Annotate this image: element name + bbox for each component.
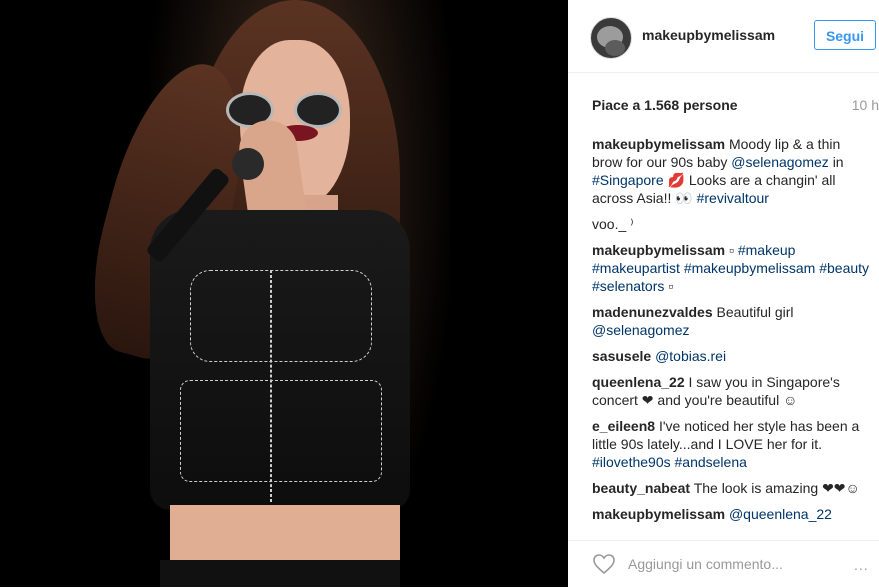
post-photo[interactable]	[0, 0, 568, 587]
post-side-panel: makeupbymelissam Segui Piace a 1.568 per…	[568, 0, 879, 587]
list-item: sasusele @tobias.rei	[592, 347, 872, 365]
comment-username[interactable]: makeupbymelissam	[592, 506, 725, 522]
comment-text: voo._ ⁾	[592, 216, 634, 232]
caption: makeupbymelissam Moody lip & a thin brow…	[592, 135, 872, 207]
comment-bar: Aggiungi un commento... ...	[568, 540, 879, 588]
comment-username[interactable]: e_eileen8	[592, 418, 655, 434]
comment-hashtag[interactable]: #Singapore	[592, 172, 664, 188]
photo-midriff	[170, 505, 400, 565]
post-username[interactable]: makeupbymelissam	[642, 27, 775, 43]
photo-pants	[160, 560, 400, 587]
list-item: queenlena_22 I saw you in Singapore's co…	[592, 373, 872, 409]
comment-text: Beautiful girl	[716, 304, 794, 320]
kiss-emoji: 💋	[667, 172, 685, 188]
photo-microphone-head	[232, 148, 264, 180]
add-comment-input[interactable]: Aggiungi un commento...	[628, 556, 783, 572]
photo-glasses-right	[294, 92, 342, 128]
comment-username[interactable]: sasusele	[592, 348, 651, 364]
comment-username[interactable]: makeupbymelissam	[592, 136, 725, 152]
avatar-shape-2	[605, 40, 625, 56]
comment-text: ▫	[728, 242, 734, 258]
photo-stitch-1	[190, 270, 372, 362]
follow-button[interactable]: Segui	[814, 20, 876, 50]
likes-count[interactable]: Piace a 1.568 persone	[592, 97, 738, 113]
comment-hashtags[interactable]: #ilovethe90s #andselena	[592, 454, 747, 470]
list-item: beauty_nabeat The look is amazing ❤❤☺	[592, 479, 872, 497]
photo-stitch-2	[180, 380, 382, 482]
instagram-post-view: makeupbymelissam Segui Piace a 1.568 per…	[0, 0, 879, 587]
comment-username[interactable]: madenunezvaldes	[592, 304, 713, 320]
heart-icon[interactable]	[592, 553, 616, 575]
comment-text-end: ▫	[668, 278, 674, 294]
comment-mention[interactable]: @selenagomez	[592, 322, 690, 338]
comment-username[interactable]: makeupbymelissam	[592, 242, 725, 258]
comment-mention[interactable]: @tobias.rei	[655, 348, 726, 364]
list-item: voo._ ⁾	[592, 215, 872, 233]
comment-username[interactable]: beauty_nabeat	[592, 480, 690, 496]
post-header: makeupbymelissam Segui	[568, 0, 879, 73]
avatar[interactable]	[590, 17, 632, 59]
comment-hashtag-2[interactable]: #revivaltour	[697, 190, 769, 206]
comment-mention[interactable]: @queenlena_22	[729, 506, 832, 522]
comment-mention[interactable]: @selenagomez	[731, 154, 829, 170]
more-options-icon[interactable]: ...	[854, 557, 869, 573]
list-item: makeupbymelissam ▫ #makeup #makeupartist…	[592, 241, 872, 295]
list-item: makeupbymelissam @queenlena_22	[592, 505, 872, 523]
list-item: e_eileen8 I've noticed her style has bee…	[592, 417, 872, 471]
comment-text: The look is amazing ❤❤☺	[693, 480, 860, 496]
comment-username[interactable]: queenlena_22	[592, 374, 685, 390]
photo-top	[150, 210, 410, 510]
photo-stitch-3	[270, 270, 272, 502]
comments-list[interactable]: makeupbymelissam Moody lip & a thin brow…	[592, 135, 872, 527]
list-item: madenunezvaldes Beautiful girl @selenago…	[592, 303, 872, 339]
post-time[interactable]: 10 h	[852, 97, 879, 113]
comment-text-after: in	[832, 154, 844, 170]
